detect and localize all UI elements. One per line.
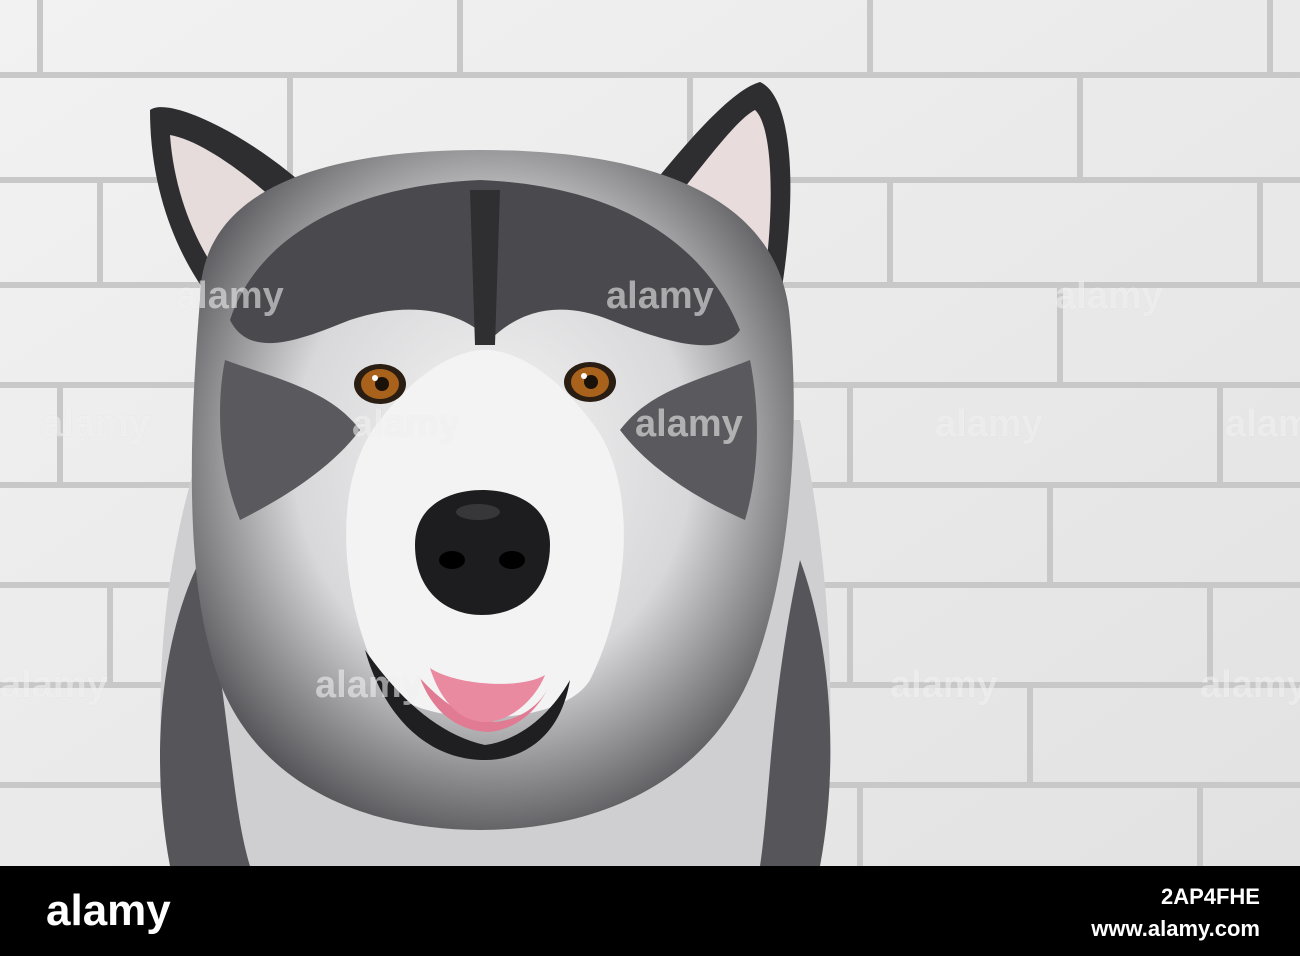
watermark: alamy: [1055, 275, 1163, 317]
watermark: alamy: [606, 275, 714, 317]
brand-logo[interactable]: alamy: [46, 886, 171, 936]
watermark: alamy: [1225, 403, 1300, 445]
photo-area: alamy alamy alamy alamy alamy alamy alam…: [0, 0, 1300, 866]
forehead-stripe: [470, 190, 500, 345]
watermark: alamy: [890, 664, 998, 706]
nose-highlight: [456, 504, 500, 520]
right-eye-highlight: [581, 373, 587, 379]
watermark: alamy: [315, 664, 423, 706]
left-nostril: [439, 551, 465, 569]
stock-photo: alamy alamy alamy alamy alamy alamy alam…: [0, 0, 1300, 956]
watermark: alamy: [352, 403, 460, 445]
right-nostril: [499, 551, 525, 569]
footer-bar: alamy 2AP4FHE www.alamy.com: [0, 866, 1300, 956]
watermark: alamy: [1200, 664, 1300, 706]
site-url[interactable]: www.alamy.com: [1091, 916, 1260, 942]
left-eye-highlight: [372, 375, 378, 381]
image-id: 2AP4FHE: [1160, 884, 1260, 909]
watermark: alamy: [42, 403, 150, 445]
watermark: alamy: [176, 275, 284, 317]
watermark: alamy: [935, 403, 1043, 445]
watermark: alamy: [0, 664, 108, 706]
footer-info: 2AP4FHE www.alamy.com: [1091, 884, 1260, 942]
watermark: alamy: [635, 403, 743, 445]
